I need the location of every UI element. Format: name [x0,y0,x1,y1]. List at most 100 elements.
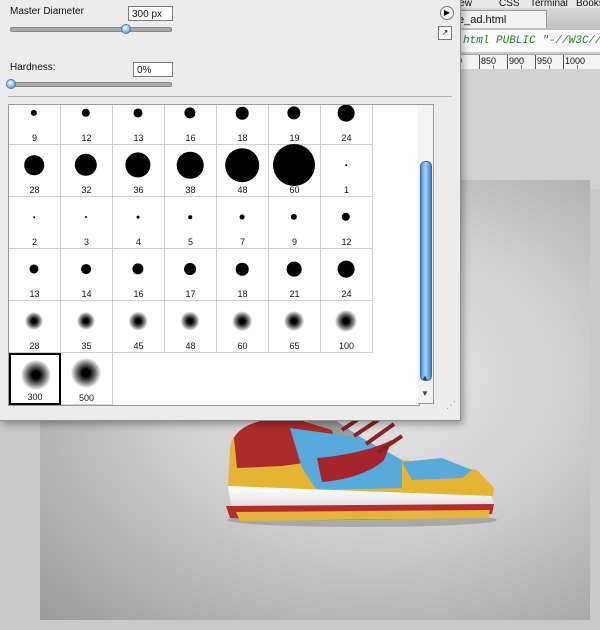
brush-preset-28[interactable]: 28 [9,301,61,353]
brush-preset-48[interactable]: 48 [165,301,217,353]
brush-size-label: 28 [29,341,40,351]
brush-tip-preview [235,106,249,120]
brush-preset-9[interactable]: 9 [9,105,61,145]
brush-tip-preview [184,263,196,275]
brush-tip-preview [84,215,88,219]
brush-size-label: 5 [187,237,193,247]
brush-preset-16[interactable]: 16 [113,249,165,301]
brush-preset-300[interactable]: 300 [9,353,61,405]
brush-preset-7[interactable]: 7 [217,197,269,249]
master-diameter-label: Master Diameter [10,6,84,17]
brush-preset-5[interactable]: 5 [165,197,217,249]
brush-size-label: 36 [133,185,144,195]
brush-preset-100[interactable]: 100 [321,301,373,353]
menu-item-terminal[interactable]: Terminal [530,0,568,8]
preset-scrollbar-thumb[interactable] [420,161,432,381]
menu-item-css[interactable]: CSS [499,0,520,8]
brush-preset-21[interactable]: 21 [269,249,321,301]
brush-tip-preview [76,311,96,331]
brush-size-label: 24 [341,133,352,143]
hardness-field[interactable]: 0% [133,62,173,77]
brush-tip-preview [273,144,315,186]
brush-size-label: 18 [237,133,248,143]
ruler-label: 1000 [565,56,586,66]
brush-size-label: 28 [29,185,40,195]
brush-preset-36[interactable]: 36 [113,145,165,197]
resize-grip-icon[interactable]: ⋰ [446,400,456,411]
brush-size-label: 300 [27,392,43,402]
brush-preset-32[interactable]: 32 [61,145,113,197]
brush-preset-48[interactable]: 48 [217,145,269,197]
brush-preset-18[interactable]: 18 [217,105,269,145]
brush-tip-preview [235,262,249,276]
brush-preset-500[interactable]: 500 [61,353,113,405]
brush-preset-1[interactable]: 1 [321,145,373,197]
brush-preset-38[interactable]: 38 [165,145,217,197]
preset-scrollbar[interactable]: ▲ ▼ [418,104,434,404]
brush-tip-preview [284,311,304,331]
brush-tip-preview [132,263,144,275]
scroll-up-icon[interactable]: ▲ [420,373,430,382]
scroll-down-icon[interactable]: ▼ [420,389,430,398]
brush-preset-18[interactable]: 18 [217,249,269,301]
brush-preset-grid: 9 12 13 16 18 19 24 28 32 36 38 48 60 1 2 3 4 5 7 9 12 13 14 16… [8,104,420,406]
brush-preset-12[interactable]: 12 [321,197,373,249]
brush-preset-65[interactable]: 65 [269,301,321,353]
brush-preset-13[interactable]: 13 [9,249,61,301]
brush-size-label: 60 [289,185,300,195]
brush-size-label: 13 [133,133,144,143]
brush-preset-16[interactable]: 16 [165,105,217,145]
brush-tip-preview [71,358,101,388]
brush-tip-preview [188,215,192,219]
brush-preset-19[interactable]: 19 [269,105,321,145]
brush-preset-45[interactable]: 45 [113,301,165,353]
brush-tip-preview [290,213,298,221]
brush-size-label: 13 [29,289,40,299]
menu-item-books[interactable]: Books [576,0,600,8]
brush-size-label: 35 [81,341,92,351]
brush-preset-60[interactable]: 60 [217,301,269,353]
brush-tip-preview [24,155,44,175]
brush-tip-preview [345,164,347,166]
brush-size-label: 12 [81,133,92,143]
brush-preset-35[interactable]: 35 [61,301,113,353]
brush-size-label: 500 [78,393,95,403]
brush-preset-14[interactable]: 14 [61,249,113,301]
brush-preset-13[interactable]: 13 [113,105,165,145]
master-diameter-slider-thumb[interactable] [121,24,132,34]
master-diameter-slider[interactable] [10,27,172,32]
brush-preset-17[interactable]: 17 [165,249,217,301]
brush-tip-preview [287,106,301,120]
ruler: 0 850 900 950 1000 [455,54,600,70]
brush-preset-12[interactable]: 12 [61,105,113,145]
brush-tip-preview [25,312,43,330]
brush-preset-9[interactable]: 9 [269,197,321,249]
brush-preset-3[interactable]: 3 [61,197,113,249]
app-menubar: iew CSS Terminal Books [455,0,600,8]
master-diameter-field[interactable]: 300 px [128,6,173,21]
brush-tip-preview [29,264,39,274]
brush-tip-preview [125,152,151,178]
brush-size-label: 4 [135,237,141,247]
brush-preset-24[interactable]: 24 [321,105,373,145]
brush-tip-preview [180,311,200,331]
hardness-slider-thumb[interactable] [6,79,16,89]
document-tab[interactable]: e_ad.html [455,10,547,28]
workspace-background [455,69,600,189]
brush-preset-24[interactable]: 24 [321,249,373,301]
brush-tip-preview [133,108,143,118]
brush-tip-preview [30,109,38,117]
brush-size-label: 12 [341,237,352,247]
brush-preset-60[interactable]: 60 [269,144,321,197]
brush-preset-4[interactable]: 4 [113,197,165,249]
brush-size-label: 7 [239,237,245,247]
brush-tip-preview [232,311,252,331]
brush-tip-preview [184,107,196,119]
code-line[interactable]: html PUBLIC "-//W3C//DTD [455,30,600,52]
brush-size-label: 21 [289,289,300,299]
brush-preset-2[interactable]: 2 [9,197,61,249]
brush-preset-28[interactable]: 28 [9,145,61,197]
new-preset-icon[interactable]: ↗ [438,26,452,40]
panel-menu-button[interactable]: ▶ [440,6,454,20]
hardness-slider[interactable] [10,82,172,87]
